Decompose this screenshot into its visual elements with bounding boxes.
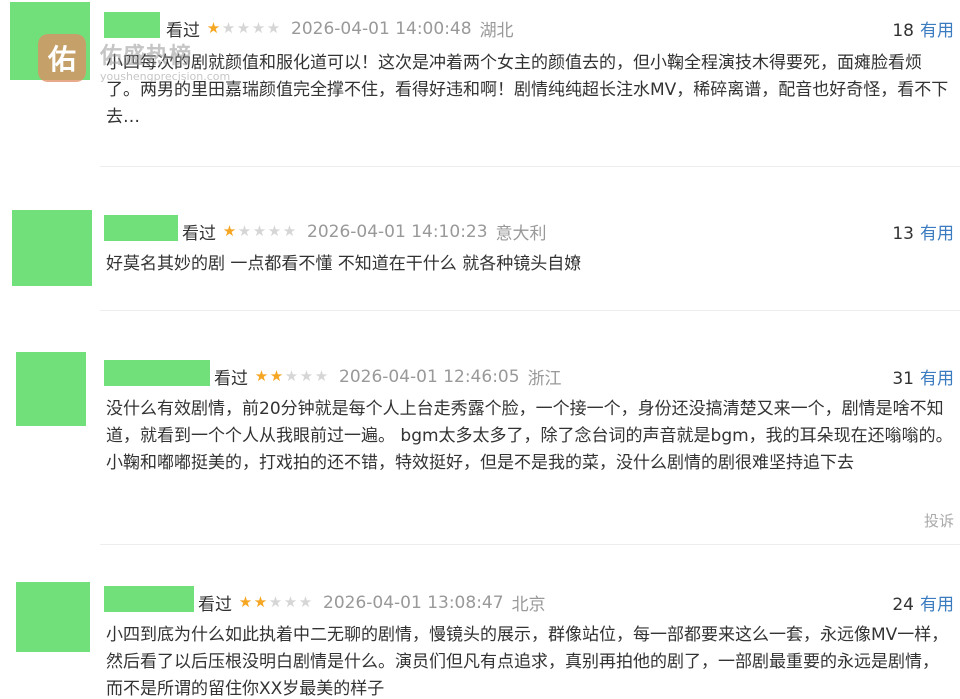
useful-vote-button[interactable]: 18 有用: [892, 16, 954, 41]
useful-count: 31: [892, 369, 914, 389]
star-icon: ★: [252, 222, 267, 240]
watched-label: 看过: [198, 595, 232, 615]
useful-vote-button[interactable]: 24 有用: [892, 590, 954, 615]
review-location: 浙江: [527, 369, 562, 389]
star-icon: ★: [282, 222, 297, 240]
useful-count: 18: [892, 21, 914, 41]
useful-label: 有用: [920, 595, 954, 615]
star-icon: ★: [238, 593, 253, 611]
username-redacted[interactable]: [104, 360, 210, 386]
star-icon: ★: [283, 593, 298, 611]
review-time: 2026-04-01 14:10:23: [307, 221, 488, 242]
review-location: 北京: [511, 595, 546, 615]
star-icon: ★: [221, 19, 236, 37]
divider: [100, 544, 960, 545]
review-time: 2026-04-01 12:46:05: [339, 366, 520, 387]
avatar[interactable]: [16, 582, 90, 652]
star-icon: ★: [222, 222, 237, 240]
watermark-name: 佑盛热榜: [100, 44, 193, 69]
star-icon: ★: [206, 19, 221, 37]
avatar[interactable]: [16, 352, 86, 426]
star-icon: ★: [299, 367, 314, 385]
rating-stars: ★ ★ ★ ★ ★: [206, 21, 281, 36]
avatar[interactable]: [12, 210, 92, 286]
review-content: 小四到底为什么如此执着中二无聊的剧情，慢镜头的展示，群像站位，每一部都要来这么一…: [106, 625, 949, 699]
divider: [100, 166, 960, 167]
star-icon: ★: [284, 367, 299, 385]
useful-label: 有用: [920, 21, 954, 41]
star-icon: ★: [266, 19, 281, 37]
review-meta: 看过 ★ ★ ★ ★ ★ 2026-04-01 14:10:23 意大利: [182, 219, 547, 245]
review-time: 2026-04-01 14:00:48: [291, 18, 472, 39]
star-icon: ★: [268, 593, 283, 611]
star-icon: ★: [254, 367, 269, 385]
review-time: 2026-04-01 13:08:47: [323, 592, 504, 613]
review-meta: 看过 ★ ★ ★ ★ ★ 2026-04-01 12:46:05 浙江: [214, 364, 562, 390]
watched-label: 看过: [182, 224, 216, 244]
review-content: 没什么有效剧情，前20分钟就是每个人上台走秀露个脸，一个接一个，身份还没搞清楚又…: [106, 399, 953, 473]
star-icon: ★: [253, 593, 268, 611]
useful-label: 有用: [920, 224, 954, 244]
report-link[interactable]: 投诉: [924, 510, 954, 531]
review-location: 湖北: [479, 21, 514, 41]
review-content: 好莫名其妙的剧 一点都看不懂 不知道在干什么 就各种镜头自嫽: [106, 254, 582, 274]
useful-vote-button[interactable]: 31 有用: [892, 364, 954, 389]
rating-stars: ★ ★ ★ ★ ★: [222, 224, 297, 239]
rating-stars: ★ ★ ★ ★ ★: [238, 595, 313, 610]
watermark-url: youshengprecision.com: [100, 70, 231, 83]
star-icon: ★: [267, 222, 282, 240]
star-icon: ★: [251, 19, 266, 37]
useful-vote-button[interactable]: 13 有用: [892, 219, 954, 244]
review-meta: 看过 ★ ★ ★ ★ ★ 2026-04-01 13:08:47 北京: [198, 590, 546, 616]
watermark-logo: 佑: [38, 34, 86, 82]
username-redacted[interactable]: [104, 215, 178, 241]
star-icon: ★: [237, 222, 252, 240]
username-redacted[interactable]: [104, 586, 194, 612]
review-content: 小四每次的剧就颜值和服化道可以！这次是冲着两个女主的颜值去的，但小鞠全程演技木得…: [106, 53, 949, 127]
star-icon: ★: [298, 593, 313, 611]
review-meta: 看过 ★ ★ ★ ★ ★ 2026-04-01 14:00:48 湖北: [166, 16, 514, 42]
star-icon: ★: [269, 367, 284, 385]
review-location: 意大利: [495, 224, 547, 244]
watched-label: 看过: [214, 369, 248, 389]
star-icon: ★: [236, 19, 251, 37]
rating-stars: ★ ★ ★ ★ ★: [254, 369, 329, 384]
useful-count: 13: [892, 224, 914, 244]
username-redacted[interactable]: [104, 12, 160, 38]
star-icon: ★: [314, 367, 329, 385]
divider: [100, 310, 960, 311]
useful-count: 24: [892, 595, 914, 615]
useful-label: 有用: [920, 369, 954, 389]
